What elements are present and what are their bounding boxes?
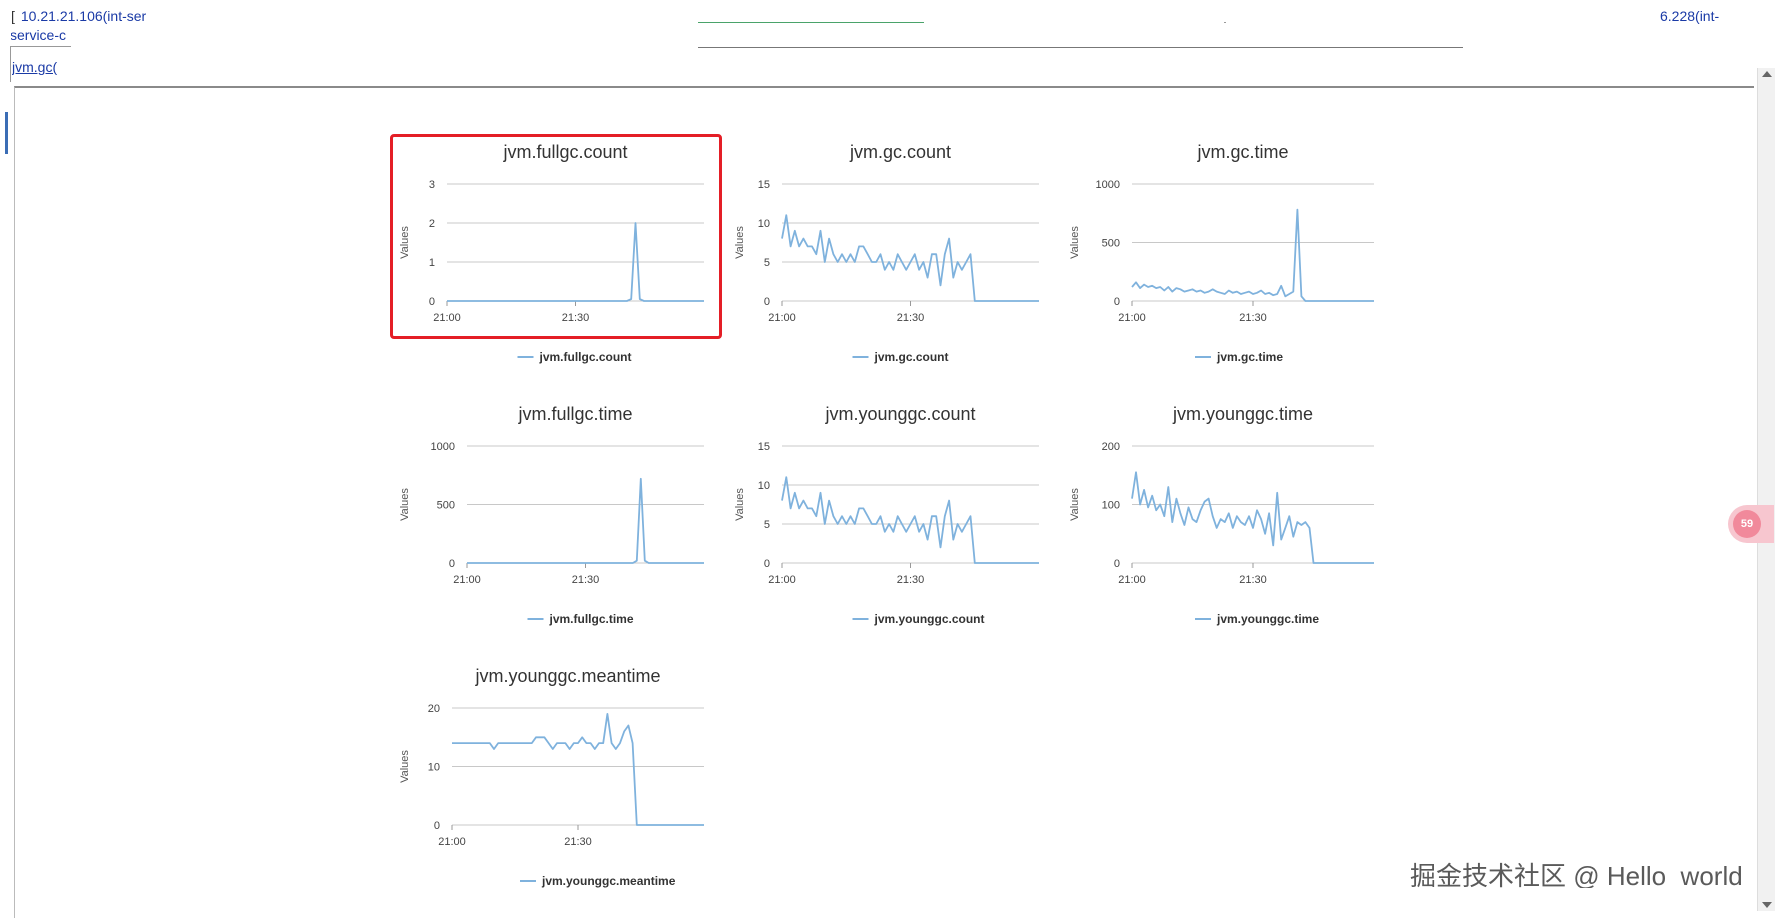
y-tick-label: 100 (1102, 500, 1120, 512)
chart-panel: jvm.gc.count Values 0 5 10 15 21:00 21:30 jvm.gc… (727, 134, 1077, 374)
chart-title: jvm.younggc.meantime (474, 666, 660, 686)
side-float-badge[interactable]: 59 (1728, 505, 1774, 543)
chart-title: jvm.younggc.time (1172, 404, 1313, 424)
triangle-up-icon[interactable] (1762, 71, 1772, 77)
x-tick-label: 21:30 (1239, 312, 1267, 324)
header-dot (1224, 22, 1226, 23)
host-left-line1: 10.21.21.106(int-ser (20, 8, 147, 24)
chart-svg: jvm.gc.count Values 0 5 10 15 21:00 21:30 jvm.gc… (734, 142, 1039, 364)
y-tick-label: 1000 (1096, 179, 1120, 191)
axis-label-y: Values (399, 750, 411, 783)
x-tick-label: 21:00 (438, 836, 466, 848)
x-tick-label: 21:30 (1239, 574, 1267, 586)
y-tick-label: 0 (434, 820, 440, 832)
chart-svg: jvm.gc.time Values 0 500 1000 21:00 21:30 jvm.g… (1069, 142, 1374, 364)
y-tick-label: 3 (429, 179, 435, 191)
chart-svg: jvm.younggc.time Values 0 100 200 21:00 21:30 j… (1069, 404, 1374, 626)
chart-panel: jvm.gc.time Values 0 500 1000 21:00 21:30 jvm.g… (1062, 134, 1412, 374)
top-bar: [10.21.21.106(int-ser service-c 6.228(in… (0, 0, 1780, 88)
chart-title: jvm.gc.count (849, 142, 951, 162)
y-tick-label: 5 (764, 519, 770, 531)
x-tick-label: 21:30 (564, 836, 592, 848)
chart-title: jvm.younggc.count (824, 404, 975, 424)
axis-label-y: Values (734, 488, 746, 521)
vertical-scrollbar[interactable] (1757, 68, 1775, 911)
axis-label-y: Values (1069, 488, 1081, 521)
chart-panel: jvm.younggc.time Values 0 100 200 21:00 21:30 j… (1062, 396, 1412, 636)
axis-label-y: Values (1069, 226, 1081, 259)
host-link-left[interactable]: [10.21.21.106(int-ser service-c (11, 7, 161, 45)
chart-title: jvm.fullgc.count (502, 142, 627, 162)
y-tick-label: 200 (1102, 441, 1120, 453)
chart-panel: jvm.fullgc.time Values 0 500 1000 21:00 21:30 j… (392, 396, 742, 636)
chart-panel: jvm.younggc.count Values 0 5 10 15 21:00 21:30 j… (727, 396, 1077, 636)
y-tick-label: 0 (1114, 296, 1120, 308)
chart-svg: jvm.fullgc.count Values 0 1 2 3 21:00 21:30 jvm.… (399, 142, 704, 364)
series-line (781, 214, 1039, 302)
y-tick-label: 10 (758, 218, 770, 230)
y-tick-label: 0 (429, 296, 435, 308)
chart-svg: jvm.fullgc.time Values 0 500 1000 21:00 21:30 j… (399, 404, 704, 626)
legend-label: jvm.younggc.meantime (541, 874, 676, 888)
y-tick-label: 2 (429, 218, 435, 230)
x-tick-label: 21:30 (897, 312, 925, 324)
axis-label-y: Values (399, 488, 411, 521)
y-tick-label: 0 (449, 558, 455, 570)
series-line (1131, 208, 1374, 302)
badge-count: 59 (1733, 510, 1761, 538)
y-tick-label: 0 (764, 558, 770, 570)
x-tick-label: 21:30 (572, 574, 600, 586)
y-tick-label: 500 (437, 500, 455, 512)
host-link-right[interactable]: 6.228(int- (1660, 7, 1750, 27)
y-tick-label: 0 (1114, 558, 1120, 570)
progress-underline (698, 22, 924, 23)
chart-svg: jvm.younggc.count Values 0 5 10 15 21:00 21:30 j… (734, 404, 1039, 626)
y-tick-label: 5 (764, 257, 770, 269)
triangle-down-icon[interactable] (1762, 902, 1772, 908)
chart-title: jvm.fullgc.time (517, 404, 632, 424)
y-tick-label: 15 (758, 179, 770, 191)
x-tick-label: 21:00 (768, 574, 796, 586)
legend-label: jvm.younggc.count (874, 612, 985, 626)
x-tick-label: 21:00 (1118, 312, 1146, 324)
legend-label: jvm.fullgc.time (549, 612, 634, 626)
x-tick-label: 21:00 (1118, 574, 1146, 586)
watermark-text: 掘金技术社区 @ Hello_world_ (1410, 861, 1755, 888)
series-line (1131, 471, 1374, 564)
y-tick-label: 1000 (431, 441, 455, 453)
x-tick-label: 21:30 (562, 312, 590, 324)
legend-label: jvm.younggc.time (1216, 612, 1319, 626)
chart-title: jvm.gc.time (1196, 142, 1288, 162)
y-tick-label: 10 (428, 762, 440, 774)
y-tick-label: 20 (428, 703, 440, 715)
host-bracket: [ (11, 8, 15, 24)
series-line (781, 476, 1039, 564)
y-tick-label: 1 (429, 257, 435, 269)
y-tick-label: 0 (764, 296, 770, 308)
chart-panel: jvm.fullgc.count Values 0 1 2 3 21:00 21:30 jvm.… (392, 134, 742, 374)
legend-label: jvm.gc.time (1216, 350, 1283, 364)
tab-jvm-gc[interactable]: jvm.gc( (12, 59, 127, 79)
x-tick-label: 21:30 (897, 574, 925, 586)
host-left-line2: service-c (11, 27, 67, 43)
header-divider (698, 47, 1463, 48)
chart-panel: jvm.younggc.meantime Values 0 10 20 21:00 21:3… (392, 658, 742, 898)
y-tick-label: 15 (758, 441, 770, 453)
chart-svg: jvm.younggc.meantime Values 0 10 20 21:00 21:3… (399, 666, 704, 888)
x-tick-label: 21:00 (768, 312, 796, 324)
legend-label: jvm.fullgc.count (539, 350, 632, 364)
axis-label-y: Values (399, 226, 411, 259)
y-tick-label: 10 (758, 480, 770, 492)
legend-label: jvm.gc.count (874, 350, 949, 364)
x-tick-label: 21:00 (453, 574, 481, 586)
x-tick-label: 21:00 (433, 312, 461, 324)
series-line (467, 477, 704, 564)
y-tick-label: 500 (1102, 238, 1120, 250)
left-accent-bar (5, 112, 8, 154)
axis-label-y: Values (734, 226, 746, 259)
series-line (452, 713, 704, 826)
